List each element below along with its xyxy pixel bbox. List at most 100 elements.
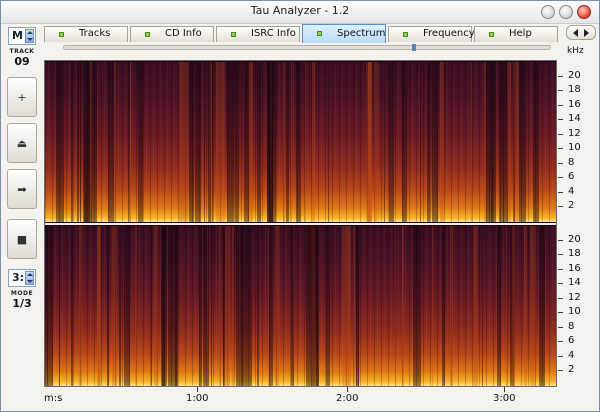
spectrum-texture — [366, 62, 372, 222]
spectrum-texture — [179, 62, 180, 222]
arrow-right-icon: ➡ — [17, 182, 27, 196]
arrow-left-icon[interactable] — [573, 29, 578, 37]
spectrum-texture — [189, 62, 194, 222]
spectrogram-channel-1 — [45, 62, 556, 222]
tab-spectrum[interactable]: Spectrum — [302, 24, 386, 43]
tab-cd-info[interactable]: CD Info — [130, 26, 214, 42]
frequency-tick-label: 8 — [568, 157, 575, 168]
spectrum-texture — [231, 62, 234, 222]
spectrum-texture — [112, 226, 117, 386]
spectrum-texture — [471, 62, 472, 222]
time-tick-label: 1:00 — [186, 393, 209, 404]
spectrum-texture — [413, 226, 419, 386]
frequency-tick-label: 14 — [568, 113, 581, 124]
scroll-thumb[interactable] — [412, 44, 416, 51]
tab-label: Help — [509, 28, 532, 39]
tab-label: ISRC Info — [251, 28, 296, 39]
frequency-axis: 20 18 16 14 12 10 8 6 4 2 20 18 16 14 12 10 8 6 4 2 — [558, 60, 598, 387]
frequency-tick-label: 10 — [568, 142, 581, 153]
frequency-tick — [558, 283, 563, 284]
next-button[interactable]: ➡ — [7, 169, 37, 209]
spectrum-texture — [128, 62, 129, 222]
tab-scroll-buttons[interactable] — [566, 25, 596, 40]
spectrum-texture — [154, 226, 158, 386]
spectrum-texture — [432, 226, 433, 386]
arrow-right-icon[interactable] — [584, 29, 589, 37]
spectrum-texture — [286, 62, 289, 222]
spectrum-texture — [530, 226, 536, 386]
mode-select[interactable]: M — [8, 27, 36, 45]
stop-icon: ■ — [16, 232, 28, 246]
spectrum-texture — [484, 62, 486, 222]
channel-select[interactable]: 3: — [8, 269, 36, 287]
spectrum-texture — [203, 226, 209, 386]
frequency-tick-label: 14 — [568, 277, 581, 288]
spin-icon[interactable] — [25, 29, 34, 43]
spectrum-texture — [507, 62, 511, 222]
spectrum-texture — [219, 226, 221, 386]
spectrum-texture — [223, 62, 225, 222]
spectrum-texture — [442, 226, 445, 386]
frequency-tick — [558, 327, 563, 328]
frequency-tick — [558, 341, 563, 342]
spectrum-texture — [269, 226, 273, 386]
time-tick — [504, 387, 505, 392]
frequency-tick — [558, 134, 563, 135]
plus-icon: + — [17, 90, 27, 104]
spectrum-texture — [506, 226, 507, 386]
spin-icon[interactable] — [25, 271, 34, 285]
frequency-tick — [558, 76, 563, 77]
add-button[interactable]: + — [7, 77, 37, 117]
frequency-tick — [558, 148, 563, 149]
spectrum-texture — [420, 62, 421, 222]
status-led-icon — [59, 32, 64, 37]
frequency-tick-label: 18 — [568, 84, 581, 95]
frequency-tick-label: 12 — [568, 292, 581, 303]
tab-frequency[interactable]: Frequency — [388, 26, 475, 42]
status-led-icon — [145, 32, 150, 37]
channel-select-value: 3: — [12, 271, 25, 284]
frequency-unit-label: kHz — [567, 46, 584, 56]
spectrum-texture — [244, 62, 249, 222]
sidebar: M TRACK 09 + ⏏ ➡ ■ 3: MODE 1/3 — [4, 25, 40, 405]
mode-select-value: M — [12, 29, 23, 42]
frequency-tick-label: 6 — [568, 335, 575, 346]
title-bar: Tau Analyzer - 1.2 — [1, 1, 599, 24]
frequency-tick — [558, 240, 563, 241]
mode-value: 1/3 — [12, 297, 32, 310]
frequency-tick — [558, 356, 563, 357]
spectrum-texture — [283, 62, 285, 222]
tab-help[interactable]: Help — [474, 26, 558, 42]
status-led-icon — [489, 32, 494, 37]
frequency-tick — [558, 206, 563, 207]
time-tick — [347, 387, 348, 392]
frequency-tick — [558, 163, 563, 164]
frequency-tick — [558, 298, 563, 299]
spectrum-texture — [207, 226, 208, 386]
spectrum-texture — [107, 226, 109, 386]
spectrum-texture — [216, 62, 223, 222]
spectrum-texture — [257, 62, 261, 222]
frequency-tick — [558, 269, 563, 270]
spectrum-texture — [291, 62, 292, 222]
close-button[interactable] — [577, 5, 591, 19]
spectrum-texture — [486, 62, 490, 222]
spectrum-texture — [491, 62, 496, 222]
spectrum-texture — [427, 62, 430, 222]
spectrum-texture — [119, 226, 121, 386]
spectrum-texture — [513, 62, 519, 222]
spectrum-texture — [402, 226, 403, 386]
frequency-tick-label: 4 — [568, 350, 575, 361]
frequency-tick — [558, 105, 563, 106]
maximize-button[interactable] — [559, 5, 573, 19]
eject-button[interactable]: ⏏ — [7, 123, 37, 163]
spectrum-texture — [161, 226, 165, 386]
stop-button[interactable]: ■ — [7, 219, 37, 259]
spectrum-texture — [195, 62, 201, 222]
minimize-button[interactable] — [541, 5, 555, 19]
tab-isrc-info[interactable]: ISRC Info — [216, 26, 300, 42]
spectrum-texture — [248, 226, 252, 386]
spectrum-texture — [512, 226, 515, 386]
time-scrollbar[interactable] — [63, 44, 551, 51]
tab-tracks[interactable]: Tracks — [44, 26, 128, 42]
